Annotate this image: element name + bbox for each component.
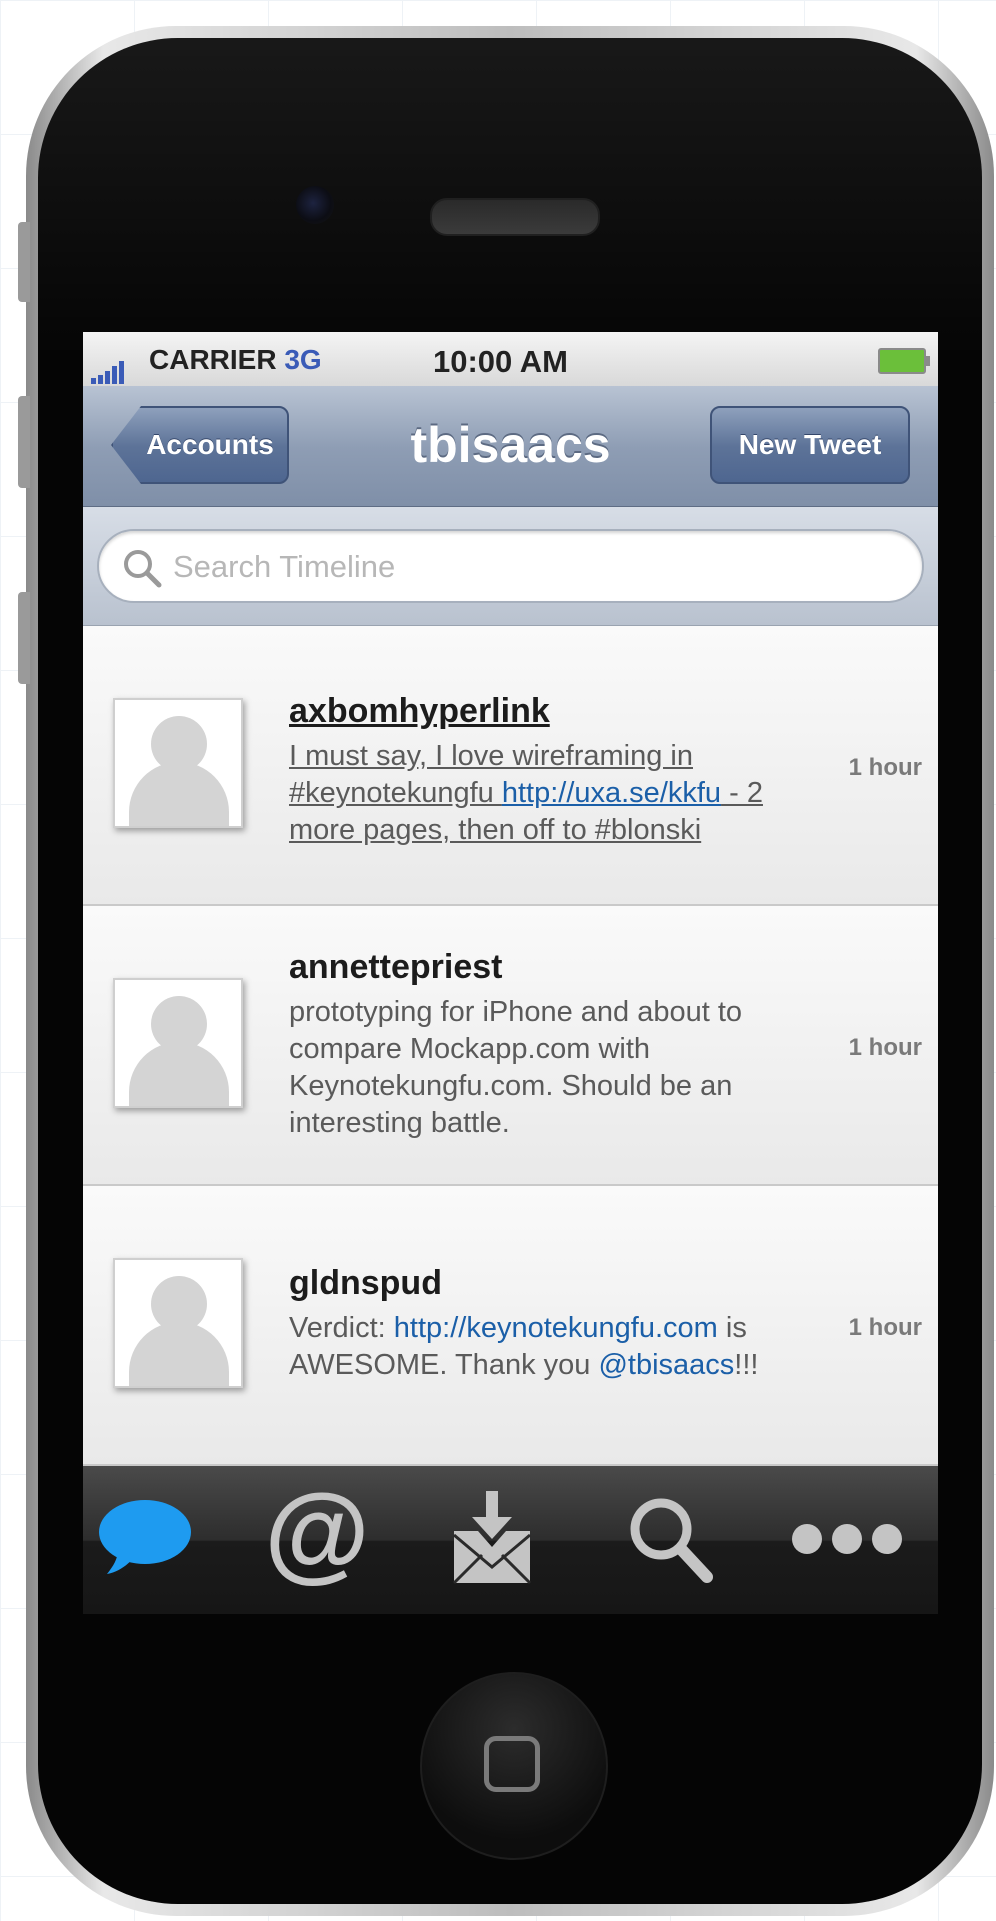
avatar[interactable]	[113, 978, 243, 1108]
earpiece-speaker	[430, 198, 600, 236]
tweet-text-part: Verdict:	[289, 1312, 394, 1344]
home-square-icon	[484, 1736, 540, 1792]
timeline-list: axbomhyperlink I must say, I love wirefr…	[83, 626, 938, 1466]
svg-text:@: @	[267, 1489, 367, 1589]
tweet-text-part: !!!	[734, 1349, 759, 1381]
tweet-username[interactable]: annettepriest	[289, 948, 503, 987]
new-tweet-button[interactable]: New Tweet	[710, 406, 910, 484]
navigation-bar: Accounts tbisaacs New Tweet	[83, 386, 938, 507]
home-button[interactable]	[420, 1672, 608, 1860]
tweet-text: I must say, I love wireframing in #keyno…	[289, 738, 809, 849]
avatar[interactable]	[113, 1258, 243, 1388]
tab-search[interactable]	[611, 1484, 731, 1594]
tweet-mention-link[interactable]: @tbisaacs	[598, 1349, 734, 1381]
tweet-username[interactable]: axbomhyperlink	[289, 692, 550, 731]
search-input[interactable]	[171, 541, 895, 593]
volume-up-button	[18, 396, 30, 488]
search-bar	[83, 507, 938, 626]
tweet-row[interactable]: axbomhyperlink I must say, I love wirefr…	[83, 626, 938, 906]
speech-bubble-icon	[99, 1500, 191, 1574]
network-type: 3G	[284, 344, 322, 375]
mute-switch	[18, 222, 30, 302]
at-sign-icon: @	[267, 1489, 367, 1589]
volume-down-button	[18, 592, 30, 684]
tweet-time: 1 hour	[848, 754, 922, 781]
tweet-row[interactable]: gldnspud Verdict: http://keynotekungfu.c…	[83, 1186, 938, 1466]
tab-mentions[interactable]: @	[257, 1484, 377, 1594]
tweet-link[interactable]: http://keynotekungfu.com	[394, 1312, 718, 1344]
front-camera	[296, 186, 334, 224]
more-dots-icon	[792, 1524, 902, 1554]
status-time: 10:00 AM	[433, 344, 568, 379]
avatar[interactable]	[113, 698, 243, 828]
tweet-time: 1 hour	[848, 1034, 922, 1061]
magnifier-icon	[630, 1498, 713, 1583]
carrier-label: CARRIER 3G	[149, 344, 322, 376]
envelope-download-icon	[452, 1491, 532, 1585]
search-icon	[124, 550, 162, 588]
tab-more[interactable]	[787, 1484, 907, 1594]
tab-timeline[interactable]	[83, 1484, 203, 1594]
tweet-link[interactable]: http://uxa.se/kkfu	[502, 777, 721, 809]
tweet-text: prototyping for iPhone and about to comp…	[289, 996, 743, 1139]
battery-icon	[878, 348, 930, 374]
status-bar: CARRIER 3G 10:00 AM	[83, 332, 938, 387]
tweet-text: Verdict: http://keynotekungfu.com is AWE…	[289, 1310, 809, 1384]
tweet-row[interactable]: annettepriest prototyping for iPhone and…	[83, 906, 938, 1186]
tweet-username[interactable]: gldnspud	[289, 1264, 442, 1303]
tab-bar: @	[83, 1466, 938, 1614]
carrier-name: CARRIER	[149, 344, 277, 375]
tab-messages[interactable]	[433, 1484, 553, 1594]
tweet-time: 1 hour	[848, 1314, 922, 1341]
signal-strength-icon	[91, 352, 126, 384]
app-screen: CARRIER 3G 10:00 AM Accounts tbisaacs Ne…	[83, 332, 938, 1614]
search-field[interactable]	[97, 529, 924, 603]
